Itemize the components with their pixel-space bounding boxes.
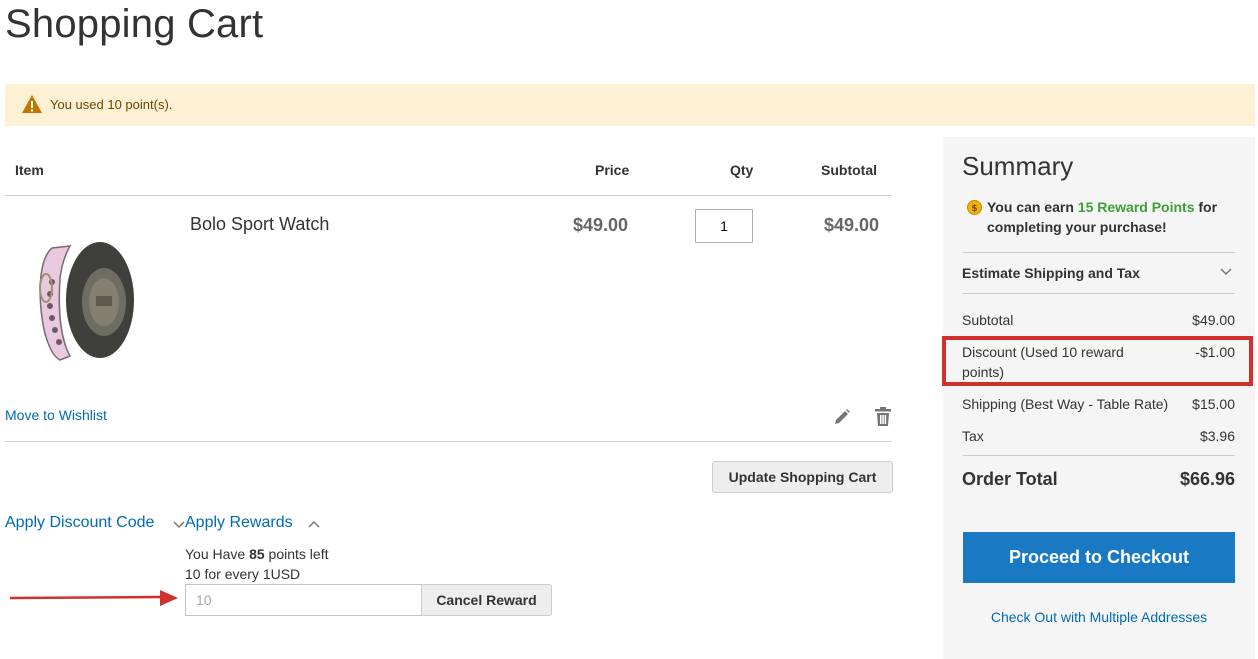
apply-rewards-toggle[interactable]: Apply Rewards [185, 514, 293, 532]
points-balance-suffix: points left [264, 546, 329, 562]
reward-points-input[interactable]: 10 [185, 584, 422, 616]
earn-points-message-line2: completing your purchase! [987, 219, 1167, 235]
move-to-wishlist-link[interactable]: Move to Wishlist [5, 407, 107, 423]
points-balance: You Have 85 points left [185, 546, 329, 562]
earn-points-message: You can earn 15 Reward Points for [987, 199, 1217, 215]
item-subtotal: $49.00 [824, 215, 880, 235]
trash-icon[interactable] [874, 407, 892, 427]
earn-prefix: You can earn [987, 199, 1078, 215]
header-divider [5, 195, 892, 196]
notice-message: You used 10 point(s). [5, 84, 1255, 126]
tax-label: Tax [962, 428, 984, 444]
page-title: Shopping Cart [5, 2, 264, 46]
quantity-input[interactable]: 1 [695, 209, 753, 243]
order-total-label: Order Total [962, 469, 1058, 489]
column-header-qty: Qty [730, 162, 754, 178]
shipping-label: Shipping (Best Way - Table Rate) [962, 396, 1169, 412]
earn-suffix: for [1194, 199, 1218, 215]
update-cart-button[interactable]: Update Shopping Cart [712, 461, 893, 493]
apply-discount-toggle[interactable]: Apply Discount Code [5, 514, 154, 532]
column-header-item: Item [15, 162, 44, 178]
annotation-arrow-icon [10, 590, 178, 606]
subtotal-value: $49.00 [1192, 312, 1235, 328]
subtotal-label: Subtotal [962, 312, 1014, 328]
notice-text: You used 10 point(s). [50, 97, 173, 112]
cancel-reward-button[interactable]: Cancel Reward [421, 584, 552, 616]
svg-text:$: $ [971, 204, 977, 214]
summary-divider [963, 293, 1235, 294]
points-rate: 10 for every 1USD [185, 566, 301, 582]
reward-coin-icon: $ [967, 200, 982, 215]
chevron-up-icon[interactable] [308, 520, 320, 528]
column-header-price: Price [595, 162, 630, 178]
column-header-subtotal: Subtotal [821, 162, 877, 178]
discount-highlight-box [942, 336, 1253, 386]
points-balance-prefix: You Have [185, 546, 250, 562]
chevron-down-icon[interactable] [173, 521, 185, 529]
product-name[interactable]: Bolo Sport Watch [190, 214, 329, 235]
tax-value: $3.96 [1199, 428, 1235, 444]
warning-icon [22, 95, 42, 113]
summary-title: Summary [962, 151, 1074, 181]
earn-points-amount: 15 Reward Points [1077, 199, 1195, 215]
estimate-shipping-toggle[interactable]: Estimate Shipping and Tax [962, 265, 1140, 281]
pencil-icon[interactable] [833, 408, 851, 426]
bolo-sport-watch-image[interactable] [30, 228, 140, 368]
order-total-value: $66.96 [1179, 469, 1235, 489]
summary-divider [963, 455, 1235, 456]
item-price: $49.00 [573, 215, 629, 235]
summary-divider [963, 252, 1235, 253]
multi-address-checkout-link[interactable]: Check Out with Multiple Addresses [963, 609, 1235, 625]
proceed-to-checkout-button[interactable]: Proceed to Checkout [963, 532, 1235, 583]
chevron-down-icon[interactable] [1220, 268, 1232, 276]
shipping-value: $15.00 [1192, 396, 1235, 412]
item-divider [5, 441, 892, 442]
points-left-count: 85 [249, 546, 265, 562]
